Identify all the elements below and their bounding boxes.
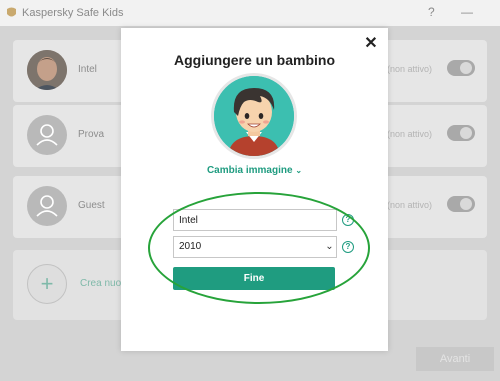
finish-button[interactable]: Fine <box>173 267 335 290</box>
user-icon <box>27 186 67 226</box>
child-photo-avatar <box>27 50 67 90</box>
child-status: (non attivo) <box>387 64 433 74</box>
child-status: (non attivo) <box>387 129 433 139</box>
monitoring-toggle[interactable] <box>447 196 475 212</box>
help-icon[interactable]: ? <box>342 214 354 226</box>
birth-year-select[interactable]: 2010 <box>173 236 337 258</box>
user-icon <box>27 115 67 155</box>
add-child-dialog: ✕ Aggiungere un bambino Cambia immagine … <box>121 28 388 351</box>
app-title: Kaspersky Safe Kids <box>22 7 124 19</box>
child-avatar-icon[interactable] <box>211 73 297 159</box>
chevron-down-icon: ⌄ <box>295 166 303 175</box>
title-bar: Kaspersky Safe Kids ? — <box>0 0 500 26</box>
help-button[interactable]: ? <box>428 5 435 19</box>
child-name: Intel <box>78 64 97 75</box>
close-icon[interactable]: ✕ <box>364 36 378 52</box>
child-name-input[interactable] <box>173 209 337 231</box>
change-image-label[interactable]: Cambia immagine <box>207 165 293 176</box>
monitoring-toggle[interactable] <box>447 60 475 76</box>
child-name: Guest <box>78 200 105 211</box>
child-name: Prova <box>78 129 105 140</box>
help-icon[interactable]: ? <box>342 241 354 253</box>
change-image-link[interactable]: Cambia immagine ⌄ <box>121 165 388 176</box>
kaspersky-logo-icon <box>7 7 16 17</box>
monitoring-toggle[interactable] <box>447 125 475 141</box>
plus-icon[interactable]: + <box>27 264 67 304</box>
next-button[interactable]: Avanti <box>416 347 494 371</box>
minimize-button[interactable]: — <box>461 5 473 19</box>
child-status: (non attivo) <box>387 200 433 210</box>
chevron-down-icon[interactable]: ⌄ <box>322 236 337 258</box>
dialog-title: Aggiungere un bambino <box>174 52 335 68</box>
